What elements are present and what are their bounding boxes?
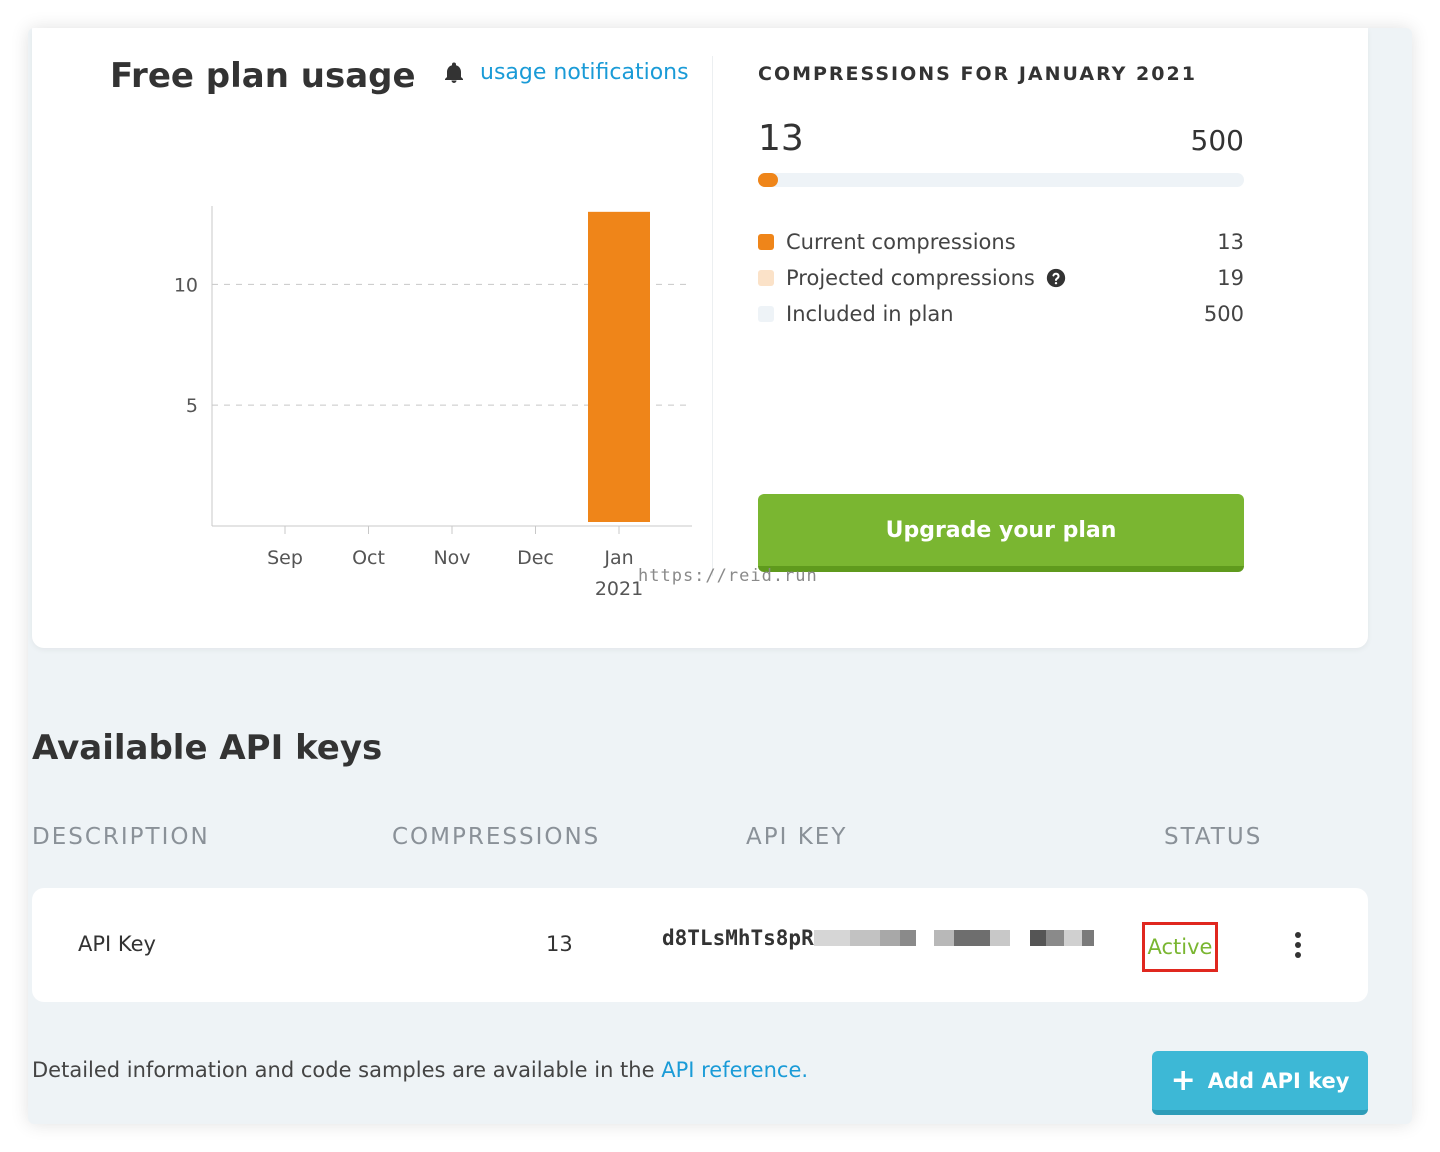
y-tick-label: 5 — [186, 395, 198, 417]
row-actions-menu-icon[interactable] — [1288, 928, 1308, 962]
x-tick-label: Dec — [517, 547, 554, 569]
x-tick-label: Nov — [433, 547, 470, 569]
x-tick-label: Sep — [267, 547, 303, 569]
compressions-legend: Current compressions 13 Projected compre… — [758, 224, 1244, 332]
usage-notifications-link[interactable]: usage notifications — [442, 60, 689, 85]
legend-value-included: 500 — [1203, 302, 1244, 326]
question-circle-icon[interactable] — [1045, 267, 1067, 289]
legend-row-projected: Projected compressions 19 — [758, 260, 1244, 296]
row-description: API Key — [78, 932, 156, 956]
add-api-key-button[interactable]: + Add API key — [1152, 1051, 1368, 1115]
api-reference-note: Detailed information and code samples ar… — [32, 1058, 808, 1082]
api-key-prefix: d8TLsMhTs8pR — [662, 926, 814, 950]
y-tick-label: 10 — [174, 274, 198, 296]
legend-swatch-projected — [758, 270, 774, 286]
column-header-description: DESCRIPTION — [32, 824, 210, 850]
compressions-limit: 500 — [1190, 124, 1244, 157]
table-row: API Key 13 d8TLsMhTs8pR Active — [32, 888, 1368, 1002]
current-compressions-count: 13 — [758, 118, 804, 159]
status-badge: Active — [1147, 935, 1213, 959]
legend-label-projected: Projected compressions — [786, 266, 1035, 290]
api-keys-title: Available API keys — [32, 728, 383, 768]
column-header-api-key: API KEY — [746, 824, 848, 850]
compressions-heading: COMPRESSIONS FOR JANUARY 2021 — [758, 63, 1197, 85]
bar-jan — [588, 211, 650, 523]
x-tick-sublabel: 2021 — [595, 578, 643, 600]
bell-icon — [445, 62, 463, 83]
row-api-key[interactable]: d8TLsMhTs8pR — [662, 926, 1094, 950]
usage-card: Free plan usage usage notifications 5 10 S… — [32, 28, 1368, 648]
legend-label-current: Current compressions — [786, 230, 1016, 254]
watermark: https://reid.run — [638, 566, 818, 586]
api-reference-note-text: Detailed information and code samples ar… — [32, 1058, 662, 1082]
add-api-key-label: Add API key — [1207, 1068, 1350, 1093]
column-header-status: STATUS — [1164, 824, 1263, 850]
legend-label-included: Included in plan — [786, 302, 954, 326]
row-compressions: 13 — [546, 932, 573, 956]
column-header-compressions: COMPRESSIONS — [392, 824, 601, 850]
usage-notifications-label: usage notifications — [480, 60, 689, 85]
card-divider — [712, 56, 713, 576]
status-highlight: Active — [1142, 922, 1218, 972]
x-tick-label: Oct — [352, 547, 385, 569]
api-reference-link[interactable]: API reference. — [661, 1058, 808, 1082]
legend-row-included: Included in plan 500 — [758, 296, 1244, 332]
plus-icon: + — [1170, 1062, 1196, 1098]
usage-title: Free plan usage — [110, 56, 416, 96]
x-tick-label: Jan — [603, 547, 633, 569]
legend-value-projected: 19 — [1217, 266, 1244, 290]
legend-value-current: 13 — [1217, 230, 1244, 254]
compressions-progress-bar — [758, 173, 1244, 187]
upgrade-plan-button[interactable]: Upgrade your plan — [758, 494, 1244, 572]
api-key-redacted — [813, 930, 1094, 946]
usage-chart: 5 10 Sep Oct Nov Dec Jan 2021 — [132, 168, 692, 618]
usage-chart-svg: 5 10 Sep Oct Nov Dec Jan 2021 — [174, 206, 692, 600]
legend-swatch-included — [758, 306, 774, 322]
compressions-progress-fill — [758, 173, 778, 187]
app-frame: Free plan usage usage notifications 5 10 S… — [28, 28, 1412, 1124]
legend-swatch-current — [758, 234, 774, 250]
api-keys-table-header: DESCRIPTION COMPRESSIONS API KEY STATUS — [28, 824, 1412, 854]
legend-row-current: Current compressions 13 — [758, 224, 1244, 260]
